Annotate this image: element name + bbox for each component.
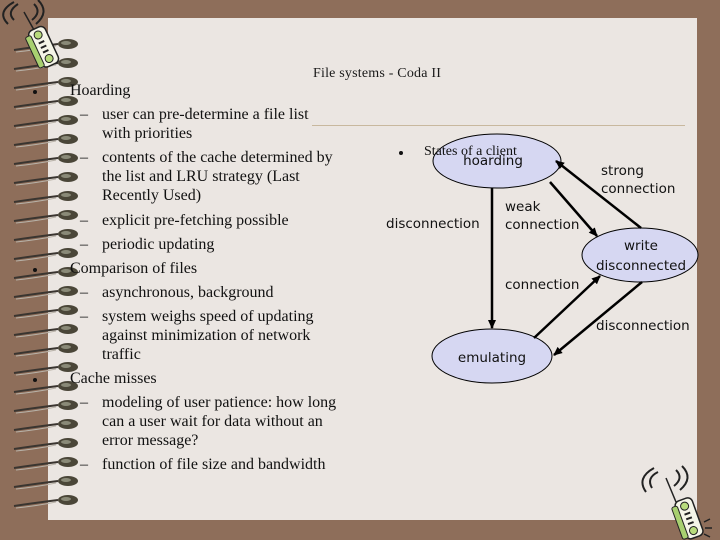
transition-label-weak: weak — [505, 199, 541, 215]
transition-label-disconnection-left: disconnection — [386, 216, 480, 232]
transition-label-connection: connection — [505, 277, 579, 293]
state-label-disconnected: disconnected — [596, 258, 686, 274]
transition-label-strong: strong — [601, 163, 644, 179]
cordless-phone-icon — [2, 0, 60, 69]
transition-label-disconnection-right: disconnection — [596, 318, 690, 334]
transition-label-weak-connection: connection — [505, 217, 579, 233]
diagram-bullet-text: States of a client — [424, 144, 517, 159]
state-label-write: write — [624, 238, 658, 254]
transition-label-strong-connection: connection — [601, 181, 675, 197]
diagram-bullet-dot — [399, 151, 403, 155]
cordless-phone-icon — [641, 465, 712, 540]
client-state-diagram: hoarding write disconnected emulating st… — [386, 133, 699, 384]
state-label-emulating: emulating — [458, 350, 526, 366]
